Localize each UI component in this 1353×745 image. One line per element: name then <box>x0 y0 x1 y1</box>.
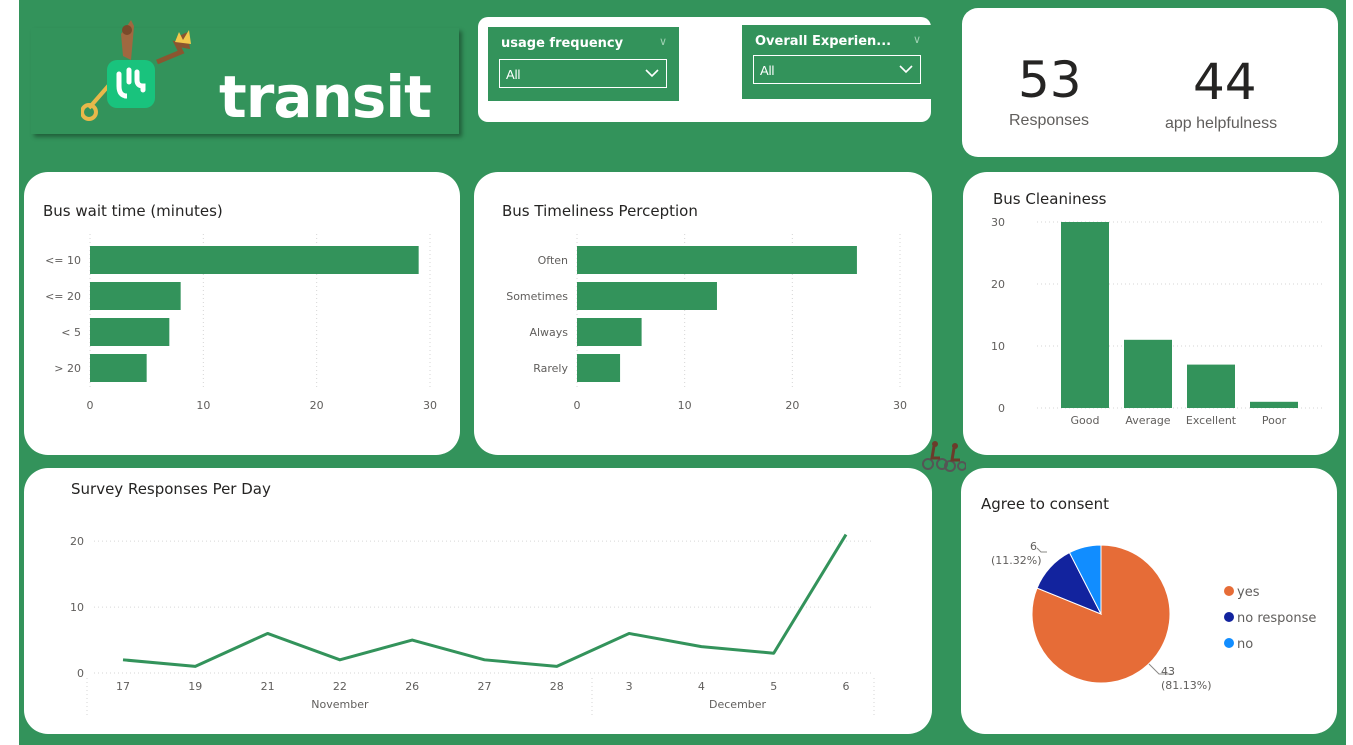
legend-label: yes <box>1237 585 1260 600</box>
cleanliness-card[interactable]: Bus Cleaniness 0 10 20 30 Good Average Excelle… <box>963 172 1339 455</box>
x-tick-label: Poor <box>1262 414 1287 427</box>
wait-time-card[interactable]: Bus wait time (minutes) 0 10 20 30 <= 10 <= 2… <box>24 172 460 455</box>
timeliness-card[interactable]: Bus Timeliness Perception 0 10 20 30 Often So… <box>474 172 932 455</box>
legend-label: no <box>1237 637 1253 652</box>
legend-swatch <box>1224 638 1234 648</box>
y-tick-label: <= 20 <box>45 290 81 303</box>
y-tick-label: 0 <box>77 667 84 680</box>
slicer-label: Overall Experien... <box>755 34 892 49</box>
per-day-card[interactable]: Survey Responses Per Day 0 10 20 17 19 21 22 26… <box>24 468 932 734</box>
y-tick-label: Rarely <box>533 362 568 375</box>
app-helpfulness-label: app helpfulness <box>1165 115 1278 132</box>
responses-label: Responses <box>1009 112 1090 129</box>
bar <box>90 246 419 274</box>
y-tick-label: 30 <box>991 216 1005 229</box>
x-tick-label: 10 <box>678 399 692 412</box>
usage-frequency-slicer[interactable]: usage frequency ∨ All <box>488 27 679 101</box>
x-tick-label: 3 <box>626 680 633 693</box>
chevron-down-icon <box>899 65 913 74</box>
bar <box>577 318 642 346</box>
app-helpfulness-value: 44 <box>1193 53 1257 111</box>
dashboard-canvas: transit usage frequency ∨ All Overall Ex… <box>19 0 1346 745</box>
bar <box>1187 364 1235 408</box>
x-tick-label: Average <box>1125 414 1170 427</box>
y-tick-label: < 5 <box>61 326 81 339</box>
x-tick-label: 26 <box>405 680 419 693</box>
y-tick-label: Often <box>538 254 568 267</box>
y-tick-label: 10 <box>991 340 1005 353</box>
x-tick-label: 17 <box>116 680 130 693</box>
x-tick-label: 0 <box>574 399 581 412</box>
bar <box>90 282 181 310</box>
data-label-pct: (11.32%) <box>991 554 1042 567</box>
x-tick-label: 10 <box>196 399 210 412</box>
bar <box>90 318 170 346</box>
bar <box>577 282 717 310</box>
series-line <box>122 533 848 668</box>
bar <box>577 246 857 274</box>
leader-line <box>1036 547 1047 553</box>
x-tick-label: 22 <box>333 680 347 693</box>
legend-label: no response <box>1237 611 1316 626</box>
timeliness-chart: 0 10 20 30 Often Sometimes Always Rarely <box>506 234 907 412</box>
slicer-label: usage frequency <box>501 36 624 51</box>
y-tick-label: > 20 <box>54 362 81 375</box>
x-tick-label: 27 <box>478 680 492 693</box>
x-tick-label: 20 <box>785 399 799 412</box>
data-label-value: 43 <box>1161 665 1175 678</box>
x-tick-label: 0 <box>87 399 94 412</box>
data-label-pct: (81.13%) <box>1161 679 1212 692</box>
y-tick-label: <= 10 <box>45 254 81 267</box>
consent-chart: 43(81.13%) 6(11.32%) yes no response no <box>991 540 1316 692</box>
filter-card: usage frequency ∨ All Overall Experien..… <box>478 17 933 122</box>
kpi-card: 53 Responses 44 app helpfulness <box>962 8 1338 157</box>
y-tick-label: Sometimes <box>506 290 568 303</box>
y-tick-label: 10 <box>70 601 84 614</box>
y-tick-label: 20 <box>70 535 84 548</box>
bar <box>90 354 147 382</box>
x-tick-label: 5 <box>770 680 777 693</box>
per-day-chart: 0 10 20 17 19 21 22 26 27 28 3 4 5 6 November December <box>70 533 875 716</box>
consent-card[interactable]: Agree to consent 43 (81.13%) 6 (11.32%) yes n… <box>961 468 1337 734</box>
bar <box>577 354 621 382</box>
data-label-value: 6 <box>1030 540 1037 553</box>
x-tick-label: 30 <box>893 399 907 412</box>
responses-value: 53 <box>1018 51 1082 109</box>
y-tick-label: Always <box>529 326 568 339</box>
legend-swatch <box>1224 612 1234 622</box>
brand-name: transit <box>219 63 432 131</box>
usage-frequency-dropdown[interactable]: All <box>499 59 667 88</box>
chevron-down-icon <box>645 69 659 78</box>
mascot-icon <box>81 20 191 121</box>
wait-time-chart: 0 10 20 30 <= 10 <= 20 < 5 > 20 <box>45 234 437 412</box>
chevron-down-icon[interactable]: ∨ <box>659 35 667 48</box>
chevron-down-icon[interactable]: ∨ <box>913 33 921 46</box>
y-tick-label: 20 <box>991 278 1005 291</box>
x-tick-label: 4 <box>698 680 705 693</box>
x-tick-label: 28 <box>550 680 564 693</box>
bar <box>1061 222 1109 408</box>
legend-swatch <box>1224 586 1234 596</box>
x-tick-label: Excellent <box>1186 414 1237 427</box>
overall-experience-dropdown[interactable]: All <box>753 55 921 84</box>
overall-experience-slicer[interactable]: Overall Experien... ∨ All <box>742 25 933 99</box>
bar <box>1250 401 1298 408</box>
slicer-value: All <box>506 67 521 82</box>
x-group-label: December <box>709 698 767 711</box>
x-tick-label: 30 <box>423 399 437 412</box>
bar <box>1124 339 1172 408</box>
y-tick-label: 0 <box>998 402 1005 415</box>
x-tick-label: 6 <box>843 680 850 693</box>
x-tick-label: 19 <box>188 680 202 693</box>
x-tick-label: 20 <box>310 399 324 412</box>
cleanliness-chart: 0 10 20 30 Good Average Excellent Poor <box>991 216 1325 427</box>
x-tick-label: Good <box>1071 414 1100 427</box>
x-group-label: November <box>311 698 369 711</box>
logo-panel: transit <box>31 20 459 134</box>
slicer-value: All <box>760 63 775 78</box>
x-tick-label: 21 <box>261 680 275 693</box>
